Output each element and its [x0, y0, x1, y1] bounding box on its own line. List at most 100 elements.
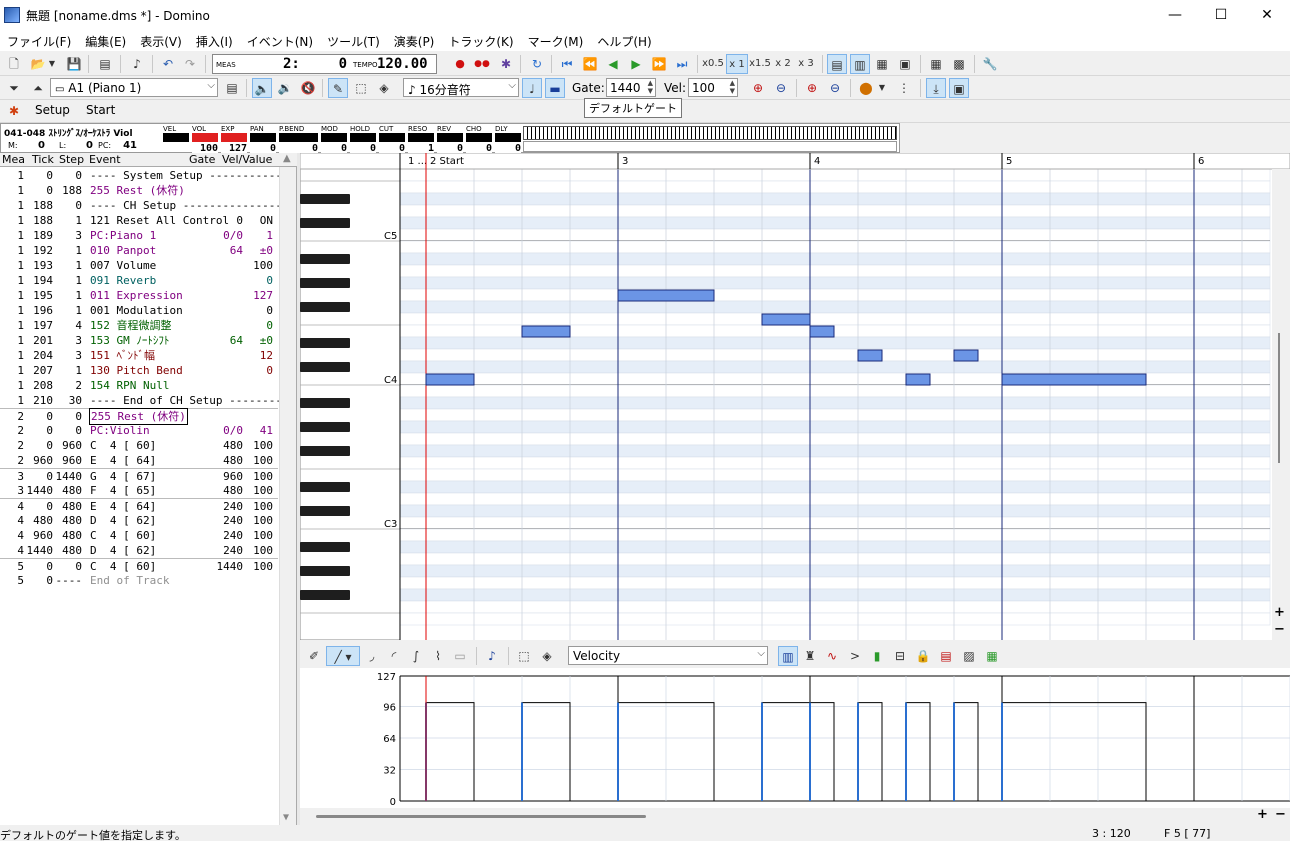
default-gate-icon[interactable]: ▬ [545, 78, 565, 98]
ctrl-range-icon[interactable]: ⊟ [890, 646, 910, 666]
table-row[interactable]: 1 0 0 ---- System Setup ------------- [0, 168, 295, 183]
table-row[interactable]: 4 1440 480 D 4 [ 62] 240 100 [0, 543, 278, 558]
table-row[interactable]: 1 208 2 154 RPN Null [0, 378, 278, 393]
event-list-view-icon[interactable]: ▤ [827, 54, 847, 74]
zoom-in-horizontal-icon[interactable]: ⊕ [748, 78, 768, 98]
insert-icon[interactable]: ⤓ [926, 78, 946, 98]
dotted-note-icon[interactable]: ♩ [522, 78, 542, 98]
play-icon[interactable]: ▶ [626, 54, 646, 74]
drum-dropdown-icon[interactable]: ▼ [876, 78, 888, 98]
vertical-zoom-in-button[interactable]: + [1274, 605, 1285, 620]
ctrl-s-curve-icon[interactable]: ∫ [406, 646, 426, 666]
ctrl-meter-icon[interactable]: ▦ [982, 646, 1002, 666]
ctrl-insert-icon[interactable]: ♪ [482, 646, 502, 666]
zoom-out-vertical-icon[interactable]: ⊖ [825, 78, 845, 98]
monitor-view-icon[interactable]: ▣ [895, 54, 915, 74]
ctrl-decrescendo-icon[interactable]: > [845, 646, 865, 666]
step-record-icon[interactable]: ●● [472, 54, 492, 74]
pencil-tool-icon[interactable]: ✎ [328, 78, 348, 98]
lock-icon[interactable]: 🔒 [913, 646, 933, 666]
mark-settings-icon[interactable]: ✱ [4, 101, 24, 121]
table-row[interactable]: 1 189 3 PC:Piano 1 0/0 1 [0, 228, 278, 243]
redo-icon[interactable]: ↷ [180, 54, 200, 74]
ctrl-pencil-icon[interactable]: ✐ [304, 646, 324, 666]
menu-tools[interactable]: ツール(T) [320, 31, 387, 52]
table-row[interactable]: 1 188 1 121 Reset All Control 0 ON [0, 213, 278, 228]
piano-roll-view-icon[interactable]: ▥ [850, 54, 870, 74]
ctrl-stairs-icon[interactable]: ▭ [450, 646, 470, 666]
speed-2x-button[interactable]: x 2 [772, 54, 794, 74]
table-row[interactable]: 1 207 1 130 Pitch Bend 0 [0, 363, 278, 378]
menu-file[interactable]: ファイル(F) [0, 31, 78, 52]
col-event[interactable]: Event [89, 153, 121, 166]
table-row[interactable]: 2 0 0 PC:Violin 0/0 41 [0, 423, 278, 438]
table-row[interactable]: 4 480 480 D 4 [ 62] 240 100 [0, 513, 278, 528]
menu-insert[interactable]: 挿入(I) [189, 31, 240, 52]
event-list-scrollbar[interactable]: ▼ [279, 167, 296, 825]
horizontal-scrollbar[interactable]: + − [300, 807, 1290, 825]
table-row[interactable]: 1 194 1 091 Reverb 0 [0, 273, 278, 288]
track-list-icon[interactable]: ▦ [926, 54, 946, 74]
undo-icon[interactable]: ↶ [158, 54, 178, 74]
ctrl-line-icon[interactable]: ╱ ▾ [326, 646, 360, 666]
table-row[interactable]: 1 201 3 153 GM ﾉｰﾄｼﾌﾄ 64 ±0 [0, 333, 278, 348]
table-row[interactable]: 1 193 1 007 Volume 100 [0, 258, 278, 273]
ctrl-select-icon[interactable]: ⬚ [514, 646, 534, 666]
velocity-graph[interactable]: 127 96 64 32 0 [300, 668, 1290, 808]
table-row[interactable]: 4 0 480 E 4 [ 64] 240 100 [0, 498, 278, 513]
solo-icon[interactable]: 🔉 [275, 78, 295, 98]
table-row[interactable]: 1 0 188 255 Rest (休符) [0, 183, 278, 198]
midi-in-icon[interactable]: ✱ [496, 54, 516, 74]
go-end-icon[interactable]: ⏭ [672, 54, 692, 74]
eraser-tool-icon[interactable]: ◈ [374, 78, 394, 98]
tree-list-icon[interactable]: ⋮ [894, 78, 914, 98]
minimize-button[interactable]: — [1152, 0, 1198, 31]
ctrl-random-icon[interactable]: ⌇ [428, 646, 448, 666]
table-row[interactable]: 5 0 ---- End of Track [0, 573, 278, 588]
controller-view-icon[interactable]: ▦ [872, 54, 892, 74]
horizontal-zoom-in-button[interactable]: + [1257, 807, 1268, 822]
table-row[interactable]: 2 960 960 E 4 [ 64] 480 100 [0, 453, 278, 468]
settings-wrench-icon[interactable]: 🔧 [980, 54, 1000, 74]
track-select[interactable]: ▭ A1 (Piano 1) ⌵ [50, 78, 218, 97]
drum-icon[interactable]: ⬤ [856, 78, 876, 98]
col-mea[interactable]: Mea [2, 153, 25, 166]
menu-event[interactable]: イベント(N) [240, 31, 320, 52]
menu-play[interactable]: 演奏(P) [387, 31, 442, 52]
track-down-icon[interactable]: ⏷ [4, 78, 24, 98]
col-value[interactable]: Vel/Value [222, 153, 272, 166]
ctrl-curve-icon[interactable]: ◞ [362, 646, 382, 666]
table-row[interactable]: 5 0 0 C 4 [ 60] 1440 100 [0, 558, 278, 573]
document-note-icon[interactable]: ♪ [127, 54, 147, 74]
fast-forward-icon[interactable]: ⏩ [649, 54, 669, 74]
paste-icon[interactable]: ▣ [949, 78, 969, 98]
tab-setup[interactable]: Setup [26, 101, 79, 119]
ctrl-eraser-icon[interactable]: ◈ [537, 646, 557, 666]
close-button[interactable]: ✕ [1244, 0, 1290, 31]
select-tool-icon[interactable]: ⬚ [351, 78, 371, 98]
piano-roll[interactable]: C5 C4 C3 1 ... 2 Start 3 4 5 6 + − [300, 153, 1290, 640]
track-up-icon[interactable]: ⏶ [28, 78, 48, 98]
tab-start[interactable]: Start [78, 101, 123, 119]
table-row[interactable]: 1 196 1 001 Modulation 0 [0, 303, 278, 318]
horizontal-zoom-out-button[interactable]: − [1275, 807, 1286, 822]
spinner-icon[interactable]: ▲ ▼ [648, 79, 653, 95]
menu-mark[interactable]: マーク(M) [521, 31, 591, 52]
zoom-in-vertical-icon[interactable]: ⊕ [802, 78, 822, 98]
vertical-zoom-out-button[interactable]: − [1274, 622, 1285, 637]
ctrl-bar-view-icon[interactable]: ▥ [778, 646, 798, 666]
menu-edit[interactable]: 編集(E) [78, 31, 133, 52]
col-tick[interactable]: Tick [32, 153, 54, 166]
velocity-controller-pane[interactable]: 127 96 64 32 0 [300, 668, 1290, 808]
table-row[interactable]: 1 192 1 010 Panpot 64 ±0 [0, 243, 278, 258]
velocity-input[interactable]: 100 ▲ ▼ [688, 78, 738, 97]
open-dropdown-icon[interactable]: ▼ [46, 54, 58, 74]
controller-type-select[interactable]: Velocity ⌵ [568, 646, 768, 665]
step-back-icon[interactable]: ◀ [603, 54, 623, 74]
table-row[interactable]: 2 0 0 255 Rest (休符) [0, 408, 278, 425]
note-length-select[interactable]: ♪ 16分音符 ⌵ [403, 78, 519, 97]
col-gate[interactable]: Gate [189, 153, 215, 166]
mute-icon[interactable]: 🔇 [298, 78, 318, 98]
scroll-down-icon[interactable]: ▼ [283, 812, 289, 823]
record-icon[interactable]: ● [450, 54, 470, 74]
